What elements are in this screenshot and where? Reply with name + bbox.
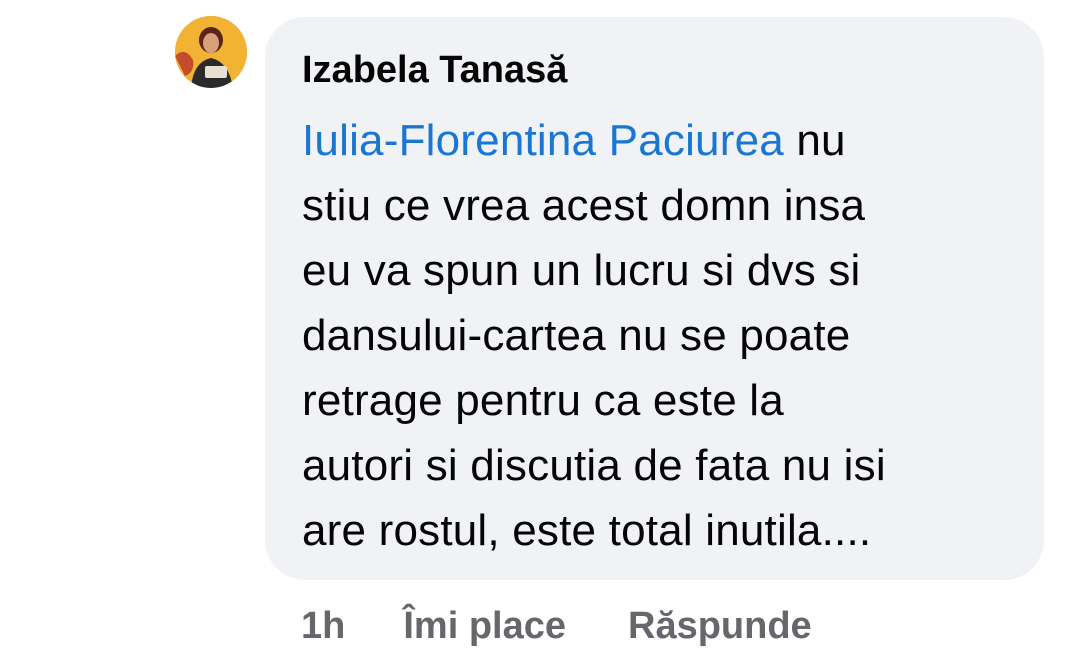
comment-line: stiu ce vrea acest domn insa [302,181,866,230]
comment-actions: 1h Îmi place Răspunde [301,601,812,651]
mention-link[interactable]: Iulia-Florentina Paciurea [302,116,784,165]
avatar-photo-icon [175,16,247,88]
reply-button[interactable]: Răspunde [628,605,812,648]
comment-line: eu va spun un lucru si dvs si [302,246,861,295]
author-avatar[interactable] [175,16,247,88]
comment-text: Iulia-Florentina Paciurea nu stiu ce vre… [302,108,1024,563]
comment-bubble: Izabela Tanasă Iulia-Florentina Paciurea… [265,17,1044,580]
comment-line: dansului-cartea nu se poate [302,311,851,360]
comment-timestamp[interactable]: 1h [301,605,345,648]
comment-line-rest: nu [783,116,846,165]
comment-author-name[interactable]: Izabela Tanasă [302,48,1024,92]
like-button[interactable]: Îmi place [403,605,566,648]
comment-line: autori si discutia de fata nu isi [302,441,886,490]
comment-line: retrage pentru ca este la [302,376,784,425]
comment-line: Iulia-Florentina Paciurea nu [302,108,1024,173]
comment-line: are rostul, este total inutila.... [302,506,872,555]
